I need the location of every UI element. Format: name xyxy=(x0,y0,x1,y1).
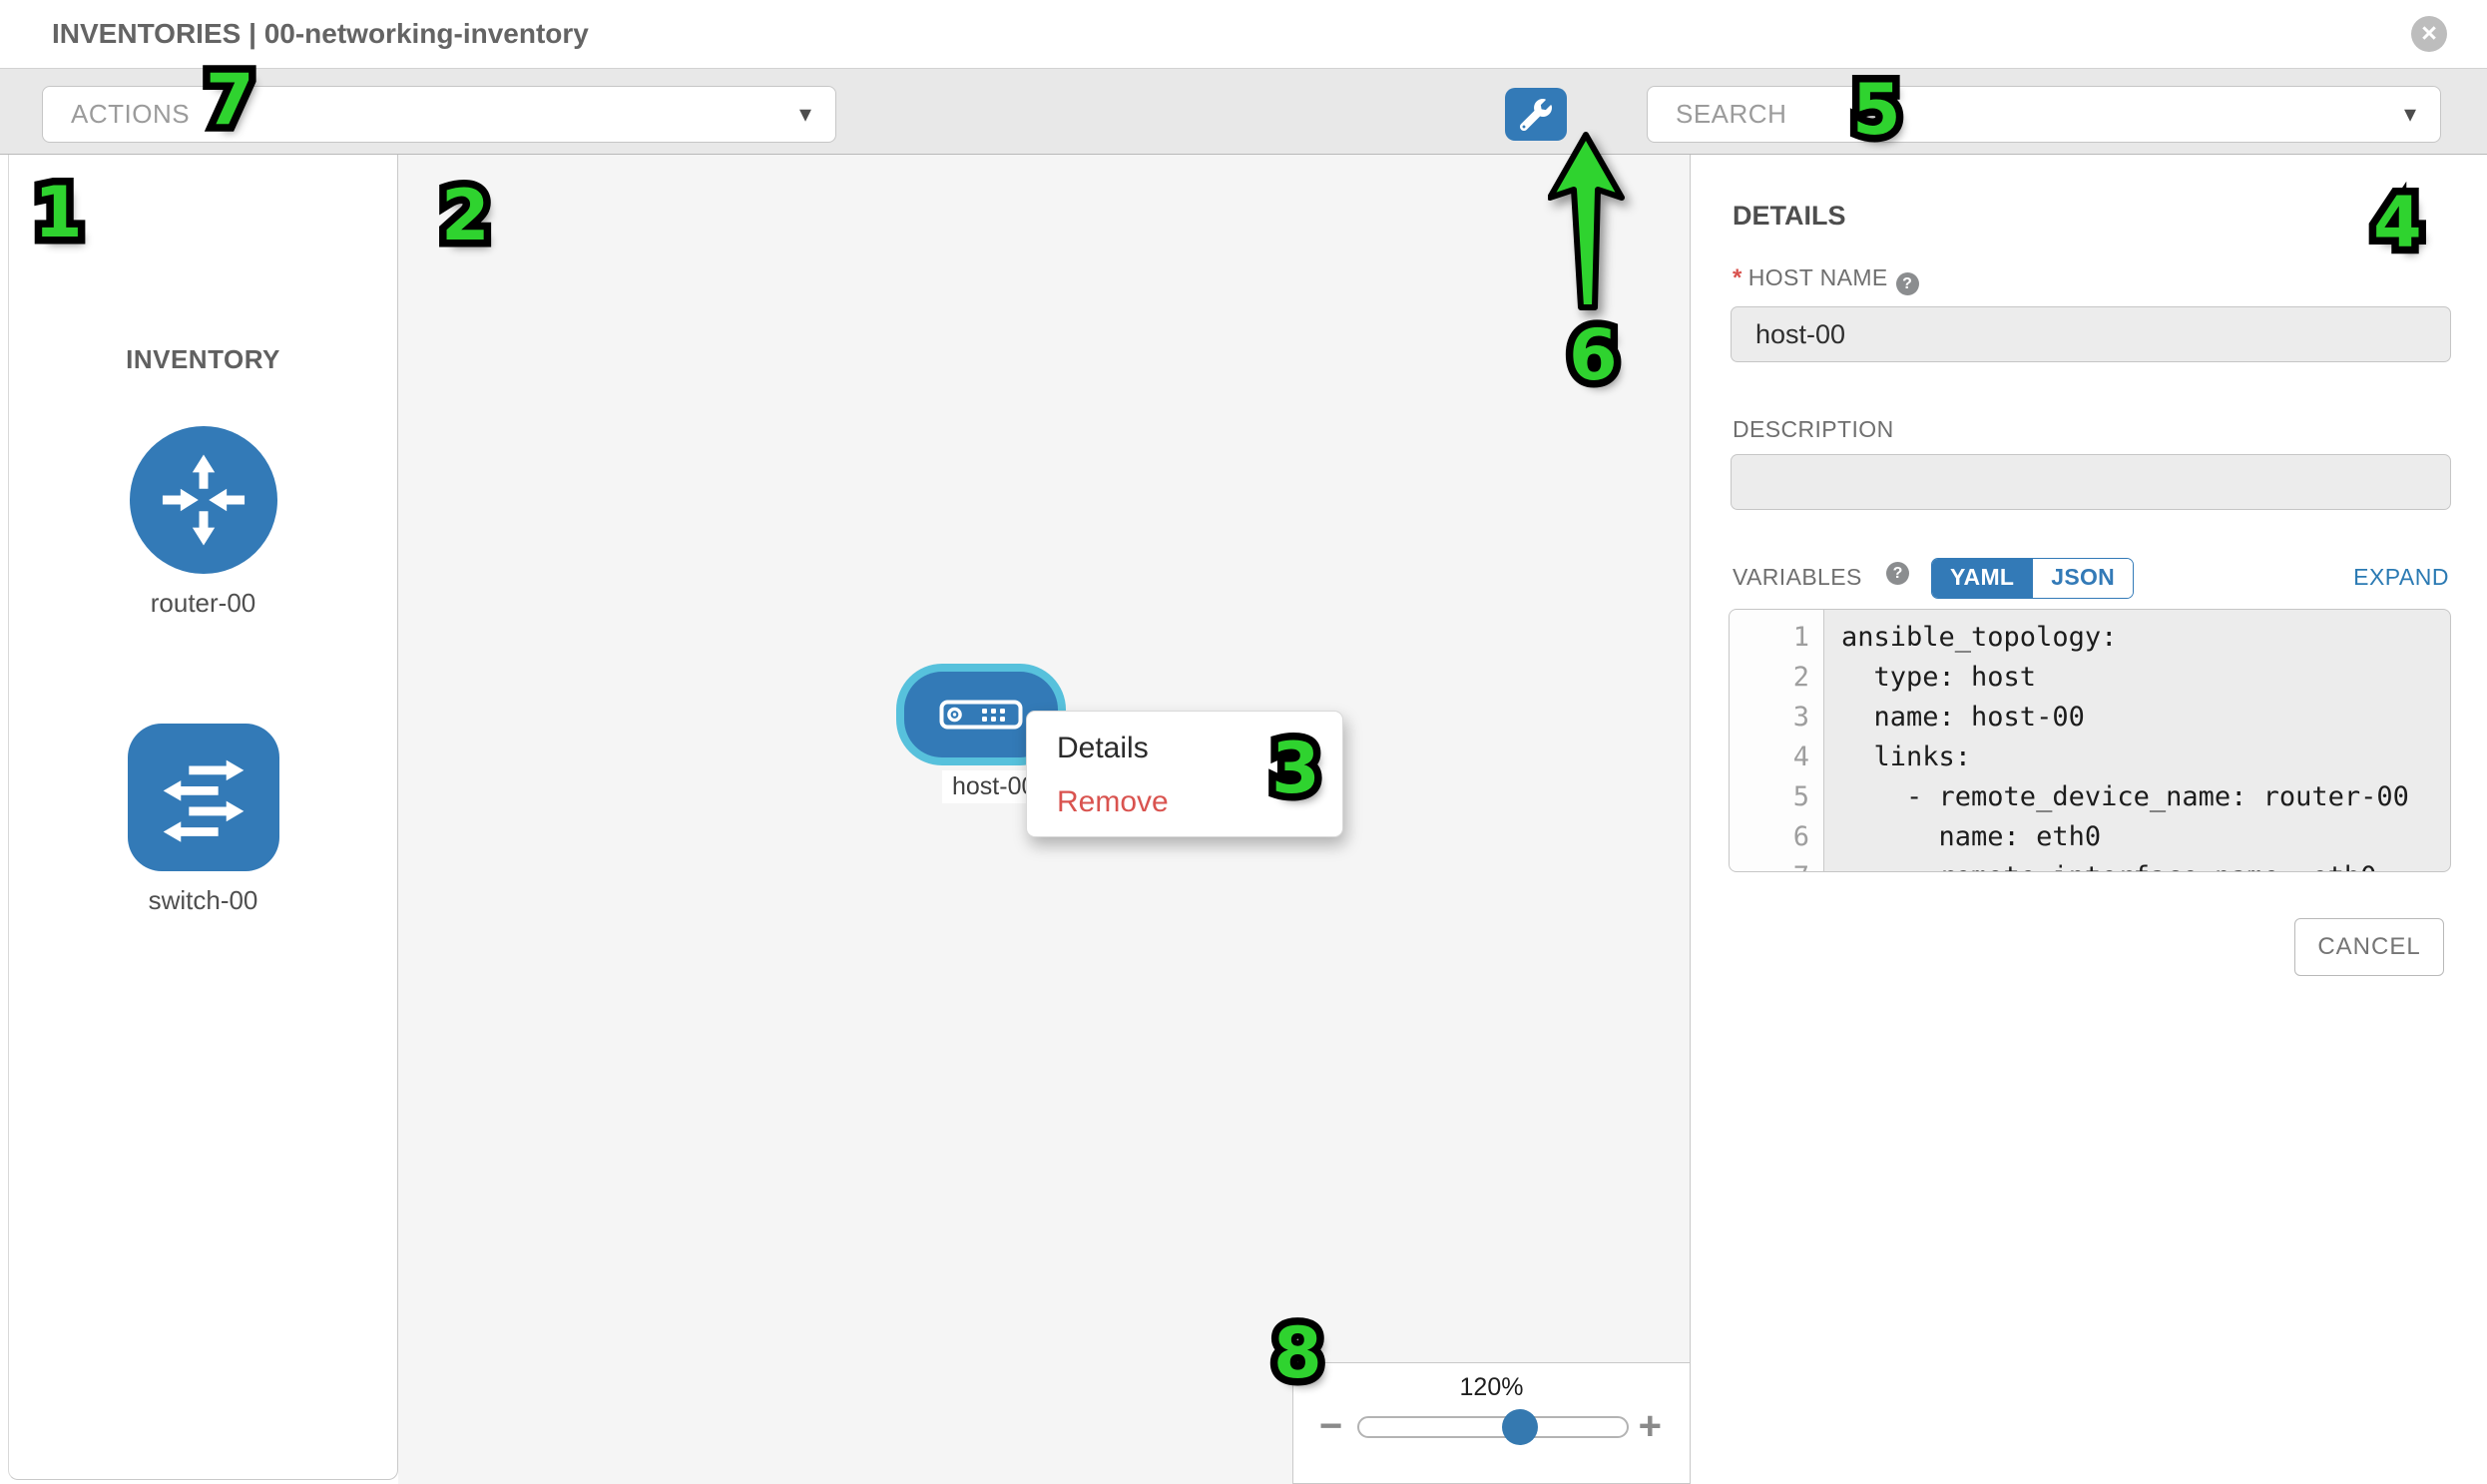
code-line: 7 remote_interface_name: eth0 xyxy=(1730,857,2450,872)
page-title: INVENTORIES | 00-networking-inventory xyxy=(52,0,589,68)
code-line: 3 name: host-00 xyxy=(1730,698,2450,738)
inventory-sidebar: INVENTORY router-00 xyxy=(8,155,398,1480)
toolbar: ACTIONS ▾ SEARCH ▾ xyxy=(0,68,2487,155)
sidebar-item-switch[interactable]: switch-00 xyxy=(9,724,397,916)
annotation-5: 5 xyxy=(1852,75,1901,145)
device-label: router-00 xyxy=(151,588,256,619)
variables-editor[interactable]: 1ansible_topology: 2 type: host 3 name: … xyxy=(1729,609,2451,872)
zoom-out-button[interactable]: − xyxy=(1319,1406,1342,1446)
help-icon[interactable]: ? xyxy=(1896,272,1919,295)
annotation-3: 3 xyxy=(1271,734,1320,803)
actions-placeholder: ACTIONS xyxy=(71,87,190,142)
code-line: 6 name: eth0 xyxy=(1730,817,2450,857)
zoom-level: 120% xyxy=(1293,1373,1690,1402)
titlebar: INVENTORIES | 00-networking-inventory × xyxy=(0,0,2487,68)
app-window: INVENTORIES | 00-networking-inventory × … xyxy=(0,0,2487,1484)
variables-format-toggle: YAML JSON xyxy=(1931,558,2134,599)
details-heading: DETAILS xyxy=(1733,201,1846,232)
annotation-1: 1 xyxy=(34,178,83,247)
switch-icon xyxy=(128,724,279,871)
code-line: 4 links: xyxy=(1730,738,2450,777)
search-placeholder: SEARCH xyxy=(1676,87,1786,142)
host-name-input[interactable]: host-00 xyxy=(1731,306,2451,362)
expand-link[interactable]: EXPAND xyxy=(2353,564,2449,591)
tab-yaml[interactable]: YAML xyxy=(1932,559,2032,598)
code-line: 2 type: host xyxy=(1730,658,2450,698)
wrench-icon xyxy=(1520,99,1552,131)
zoom-slider-thumb[interactable] xyxy=(1502,1409,1538,1445)
inventory-heading: INVENTORY xyxy=(9,344,397,375)
help-icon[interactable]: ? xyxy=(1886,562,1909,585)
cancel-button[interactable]: CANCEL xyxy=(2294,918,2444,976)
annotation-2: 2 xyxy=(441,181,490,250)
description-input[interactable] xyxy=(1731,454,2451,510)
description-label: DESCRIPTION xyxy=(1733,416,1894,443)
actions-dropdown[interactable]: ACTIONS ▾ xyxy=(42,86,836,143)
annotation-arrow-up-icon xyxy=(1548,132,1628,311)
router-icon xyxy=(130,426,277,574)
zoom-slider[interactable] xyxy=(1357,1416,1629,1438)
variables-label: VARIABLES xyxy=(1733,564,1862,591)
required-asterisk: * xyxy=(1733,264,1742,291)
annotation-8: 8 xyxy=(1273,1318,1322,1388)
search-dropdown[interactable]: SEARCH ▾ xyxy=(1647,86,2441,143)
details-panel: DETAILS *HOST NAME? host-00 DESCRIPTION … xyxy=(1691,155,2487,1484)
host-name-label: *HOST NAME? xyxy=(1733,264,1919,295)
device-label: switch-00 xyxy=(149,885,258,916)
annotation-6: 6 xyxy=(1569,320,1618,390)
code-line: 1ansible_topology: xyxy=(1730,618,2450,658)
annotation-4: 4 xyxy=(2373,188,2422,257)
code-line: 5 - remote_device_name: router-00 xyxy=(1730,777,2450,817)
close-icon[interactable]: × xyxy=(2411,16,2447,52)
zoom-control: 120% − + xyxy=(1292,1362,1690,1484)
zoom-in-button[interactable]: + xyxy=(1639,1406,1662,1446)
sidebar-item-router[interactable]: router-00 xyxy=(9,426,397,619)
annotation-7: 7 xyxy=(206,65,254,135)
tab-json[interactable]: JSON xyxy=(2032,559,2133,598)
host-icon xyxy=(939,700,1023,730)
chevron-down-icon: ▾ xyxy=(2404,87,2416,142)
chevron-down-icon: ▾ xyxy=(799,87,811,142)
